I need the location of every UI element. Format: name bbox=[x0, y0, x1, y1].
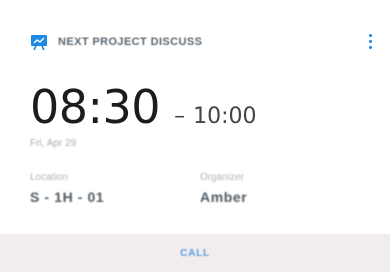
time-range: 08:30 – 10:00 bbox=[30, 80, 256, 134]
call-button[interactable]: CALL bbox=[180, 248, 210, 259]
organizer-block: Organizer Amber bbox=[200, 172, 247, 205]
organizer-label: Organizer bbox=[200, 172, 244, 183]
event-card: NEXT PROJECT DISCUSS 08:30 – 10:00 Fri, … bbox=[0, 0, 390, 272]
more-options-button[interactable] bbox=[364, 28, 376, 54]
card-footer: CALL bbox=[0, 234, 390, 272]
end-time: 10:00 bbox=[193, 104, 257, 129]
event-title: NEXT PROJECT DISCUSS bbox=[58, 36, 203, 48]
start-time: 08:30 bbox=[30, 80, 161, 134]
presentation-icon bbox=[31, 35, 47, 51]
location-label: Location bbox=[30, 172, 68, 183]
location-value: S - 1H - 01 bbox=[30, 189, 105, 205]
more-vert-icon-dot bbox=[368, 39, 372, 43]
location-block: Location S - 1H - 01 bbox=[30, 172, 104, 205]
event-date: Fri, Apr 29 bbox=[30, 138, 77, 149]
organizer-value: Amber bbox=[200, 189, 248, 205]
more-vert-icon-dot bbox=[368, 45, 372, 49]
more-vert-icon-dot bbox=[368, 33, 372, 37]
time-separator: – bbox=[174, 104, 186, 129]
event-header: NEXT PROJECT DISCUSS bbox=[30, 28, 370, 56]
